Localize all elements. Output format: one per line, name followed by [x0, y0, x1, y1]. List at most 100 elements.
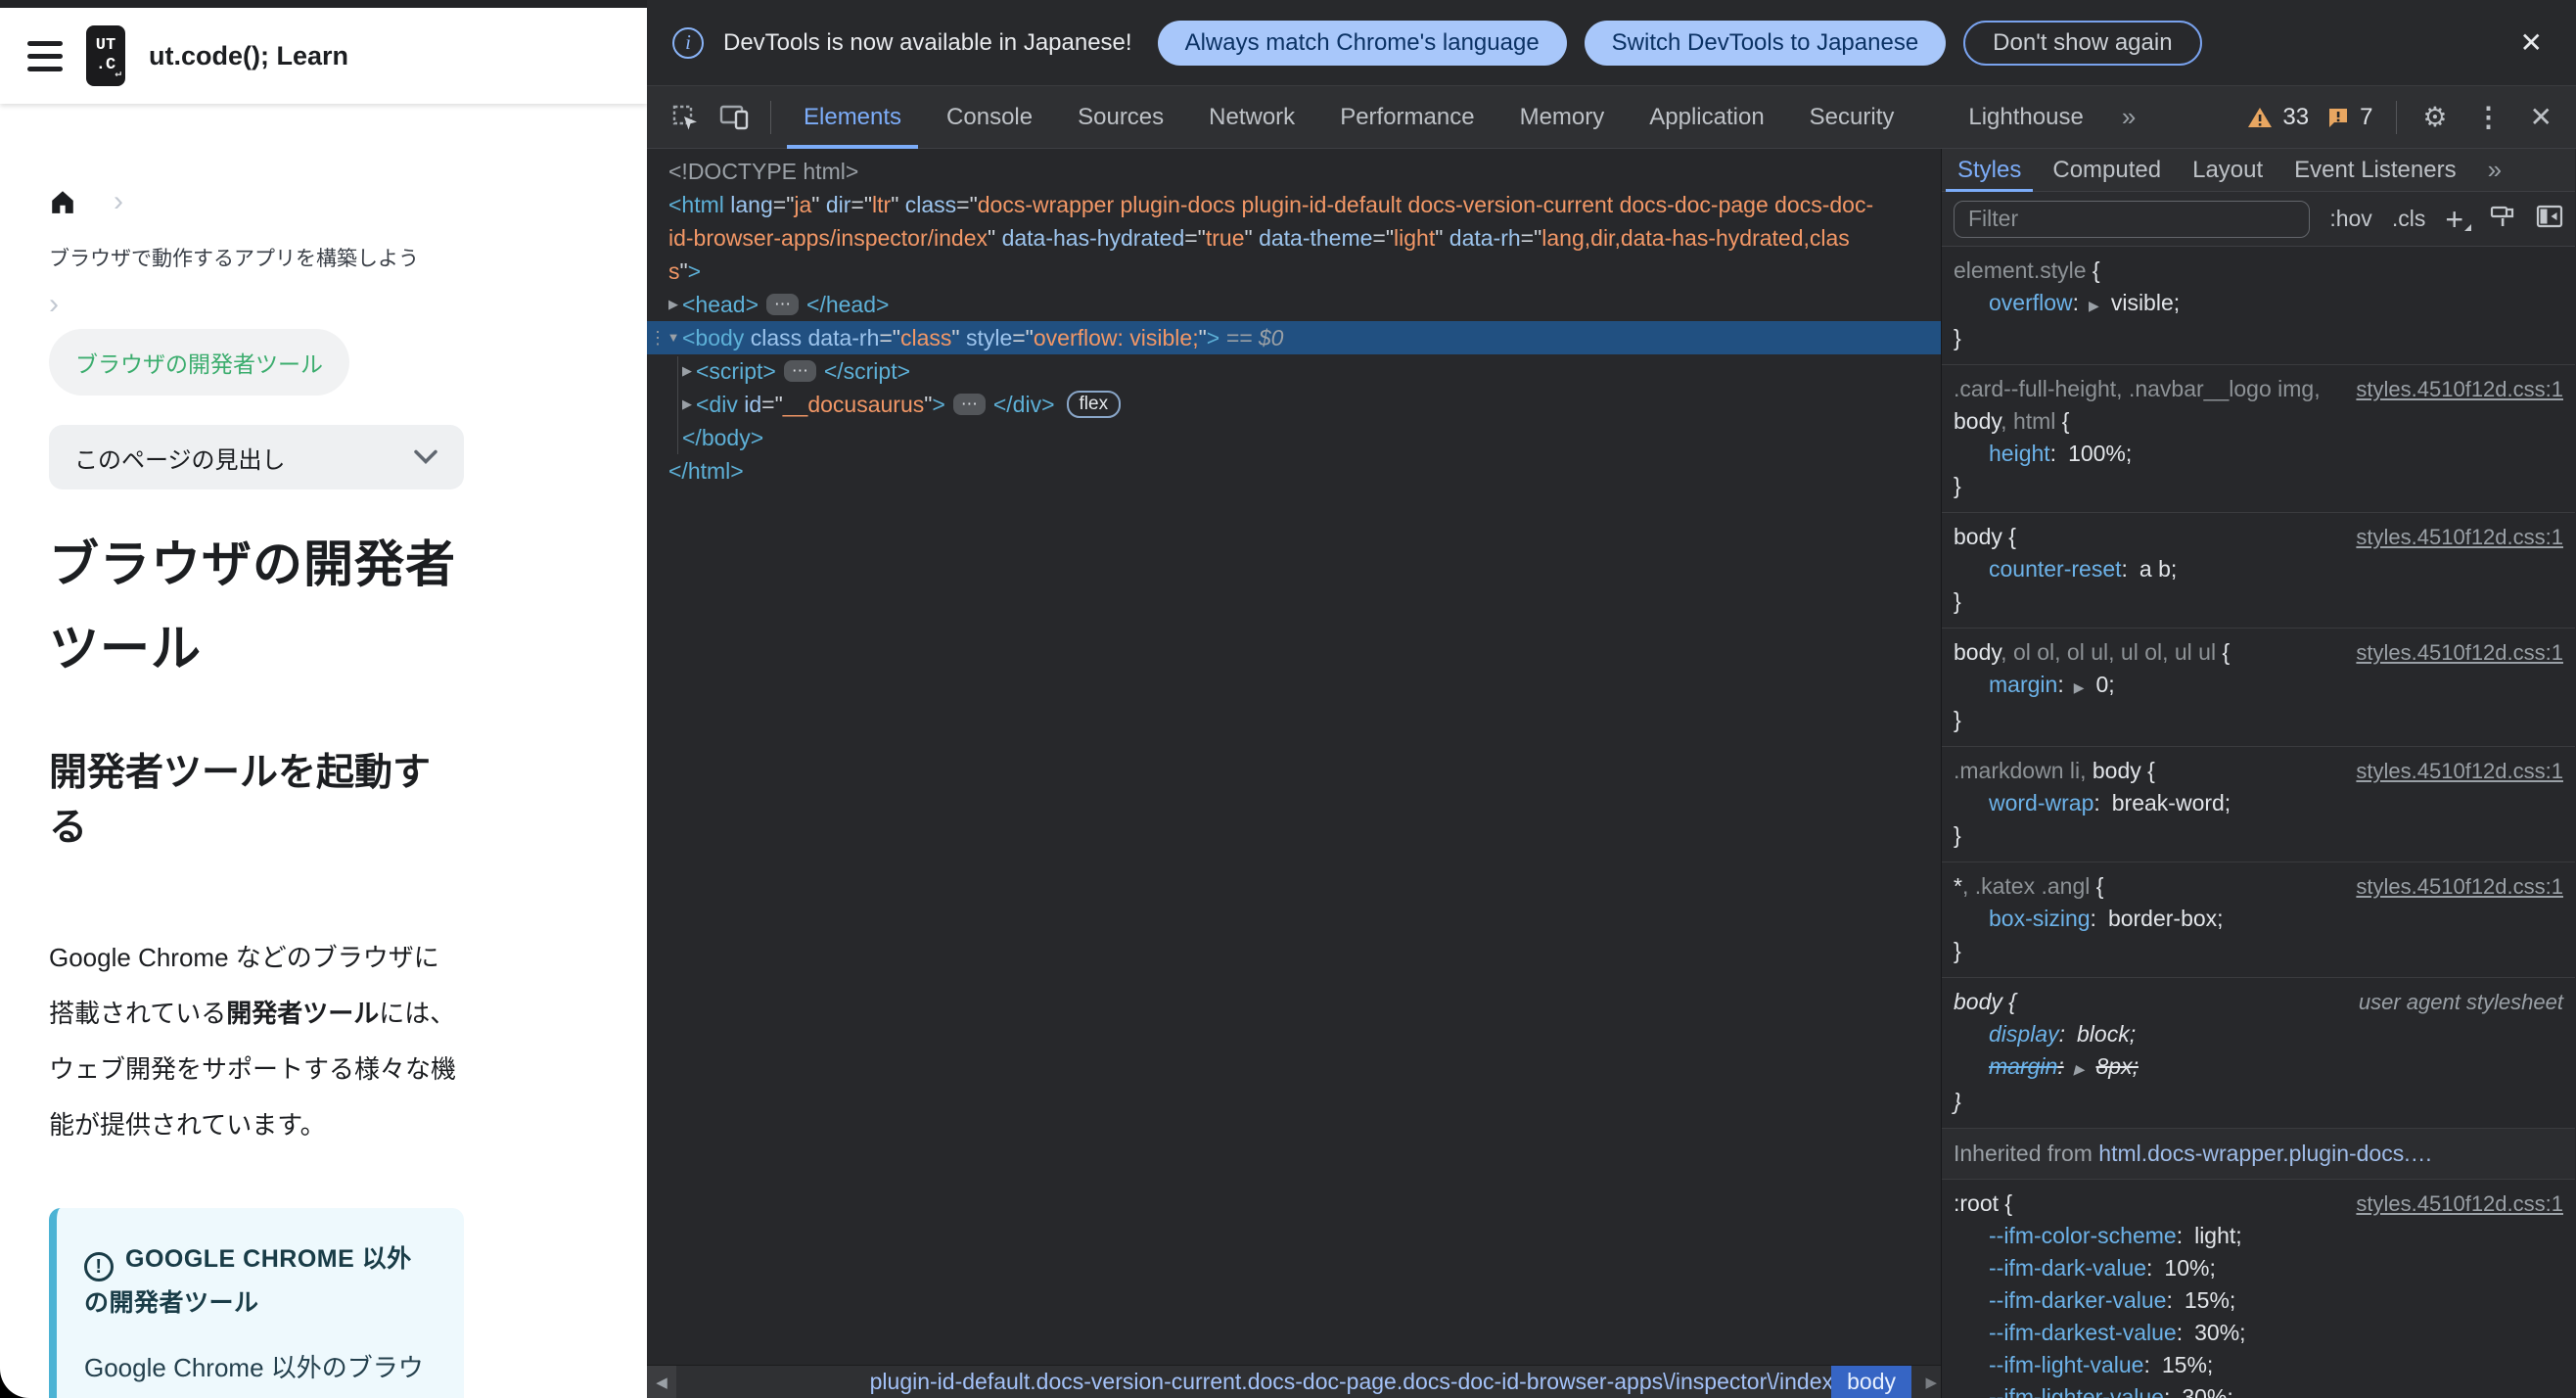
css-property[interactable]: margin: ▶ 8px; [1954, 1050, 2563, 1086]
css-rule[interactable]: user agent stylesheet body {display: block… [1942, 978, 2575, 1129]
dom-node[interactable]: s " > [647, 255, 1941, 288]
issue-count[interactable]: 7 [2360, 104, 2372, 131]
css-property[interactable]: height: 100%; [1954, 438, 2563, 470]
css-property[interactable]: word-wrap: break-word; [1954, 787, 2563, 819]
toc-collapsible[interactable]: このページの見出し [49, 425, 464, 489]
site-logo[interactable]: UT .C ↵ [86, 25, 125, 86]
stylesheet-source-link[interactable]: styles.4510f12d.css:1 [2356, 373, 2563, 405]
code-token: class [899, 325, 952, 350]
notification-button[interactable]: Always match Chrome's language [1157, 20, 1567, 66]
stylesheet-source-link[interactable]: styles.4510f12d.css:1 [2356, 755, 2563, 787]
dom-node[interactable]: ▶ <script> ⋯ </script> [647, 354, 1941, 388]
stylesheet-source-link[interactable]: styles.4510f12d.css:1 [2356, 1188, 2563, 1220]
css-property[interactable]: --ifm-darkest-value: 30%; [1954, 1317, 2563, 1349]
device-toolbar-icon[interactable] [710, 103, 760, 132]
expand-arrow-icon[interactable]: ▶ [665, 288, 682, 321]
inspect-element-icon[interactable] [661, 103, 710, 132]
css-rule[interactable]: styles.4510f12d.css:1 *, .katex .angl {bo… [1942, 862, 2575, 978]
rule-selector: * [1954, 873, 1962, 899]
dom-node[interactable]: id-browser-apps/inspector/index " data-ha… [647, 221, 1941, 255]
breadcrumb-current-badge[interactable]: ブラウザの開発者ツール [49, 329, 349, 396]
warning-count[interactable]: 33 [2282, 104, 2309, 131]
devtools-tab-console[interactable]: Console [924, 86, 1055, 149]
css-rule[interactable]: styles.4510f12d.css:1 .markdown li, body … [1942, 747, 2575, 862]
more-tabs-icon[interactable]: » [2106, 102, 2153, 132]
dom-breadcrumb-path[interactable]: plugin-id-default.docs-version-current.d… [870, 1366, 1833, 1398]
paint-roller-icon[interactable] [2489, 203, 2516, 236]
styles-tab-layout[interactable]: Layout [2177, 149, 2278, 192]
issues-icon[interactable] [2326, 106, 2350, 129]
expand-arrow-icon[interactable]: ▶ [678, 354, 696, 388]
new-style-rule-button[interactable]: + [2445, 204, 2471, 235]
css-property[interactable]: counter-reset: a b; [1954, 553, 2563, 585]
css-rule[interactable]: element.style {overflow: ▶ visible;} [1942, 247, 2575, 365]
dom-node[interactable]: <html lang =" ja " dir =" ltr " class =" docs-wr… [647, 188, 1941, 221]
devtools-tab-memory[interactable]: Memory [1497, 86, 1628, 149]
dom-breadcrumb-selected[interactable]: body [1831, 1366, 1911, 1398]
code-token: =" [851, 192, 873, 217]
css-property[interactable]: --ifm-light-value: 15%; [1954, 1349, 2563, 1381]
expand-arrow-icon[interactable]: ▶ [678, 388, 696, 421]
rule-selector: .markdown li, [1954, 758, 2093, 783]
expand-ellipsis-button[interactable]: ⋯ [783, 360, 816, 382]
expand-arrow-icon[interactable]: ▼ [665, 321, 682, 354]
dock-sidebar-icon[interactable] [2536, 204, 2563, 235]
expand-ellipsis-button[interactable]: ⋯ [952, 394, 986, 415]
dom-node[interactable]: ▶ <div id =" __docusaurus " > ⋯ </div> flex [647, 388, 1941, 421]
breadcrumb-section-link[interactable]: ブラウザで動作するアプリを構築しよう [49, 243, 464, 272]
css-rule[interactable]: styles.4510f12d.css:1 .card--full-height,… [1942, 365, 2575, 513]
toggle-pseudo-state-button[interactable]: :hov [2329, 206, 2371, 232]
devtools-tab-sources[interactable]: Sources [1055, 86, 1186, 149]
expand-value-arrow-icon[interactable]: ▶ [2089, 298, 2099, 313]
settings-gear-icon[interactable]: ⚙ [2411, 101, 2459, 133]
styles-tab-computed[interactable]: Computed [2037, 149, 2177, 192]
devtools-tab-lighthouse[interactable]: Lighthouse [1946, 86, 2105, 149]
stylesheet-source-link[interactable]: styles.4510f12d.css:1 [2356, 870, 2563, 903]
more-sidebar-tabs-icon[interactable]: » [2472, 155, 2519, 185]
dom-node[interactable]: </body> [647, 421, 1941, 454]
styles-tab-styles[interactable]: Styles [1942, 149, 2037, 192]
devtools-tab-security[interactable]: Security [1787, 86, 1917, 149]
warning-icon[interactable] [2247, 106, 2273, 129]
devtools-tab-elements[interactable]: Elements [781, 86, 924, 149]
css-rule[interactable]: styles.4510f12d.css:1 body {counter-reset… [1942, 513, 2575, 629]
stylesheet-source-link[interactable]: styles.4510f12d.css:1 [2356, 636, 2563, 669]
home-icon[interactable] [49, 188, 76, 215]
inherited-node-link[interactable]: html.docs-wrapper.plugin-docs.… [2098, 1141, 2432, 1166]
hamburger-menu-icon[interactable] [27, 40, 63, 71]
site-title[interactable]: ut.code(); Learn [149, 41, 348, 71]
dom-node[interactable]: ▶ <head> ⋯ </head> [647, 288, 1941, 321]
dom-node-selected[interactable]: ▼<body class data-rh="class" style="over… [647, 321, 1941, 354]
css-property[interactable]: --ifm-darker-value: 15%; [1954, 1284, 2563, 1317]
breadcrumb-forward-icon[interactable]: ▶ [1925, 1366, 1937, 1398]
css-property[interactable]: --ifm-lighter-value: 30%; [1954, 1381, 2563, 1398]
notification-close-icon[interactable]: ✕ [2512, 26, 2551, 59]
css-property[interactable]: display: block; [1954, 1018, 2563, 1050]
css-property[interactable]: --ifm-dark-value: 10%; [1954, 1252, 2563, 1284]
styles-filter-input[interactable] [1954, 200, 2311, 238]
code-token: data-rh [807, 325, 880, 350]
expand-value-arrow-icon[interactable]: ▶ [2074, 679, 2085, 695]
kebab-menu-icon[interactable]: ⋮ [2463, 101, 2514, 133]
css-property[interactable]: --ifm-color-scheme: light; [1954, 1220, 2563, 1252]
stylesheet-source-link[interactable]: styles.4510f12d.css:1 [2356, 521, 2563, 553]
css-rule[interactable]: styles.4510f12d.css:1:root {--ifm-color-… [1942, 1180, 2575, 1398]
devtools-tab-application[interactable]: Application [1627, 86, 1786, 149]
dom-node[interactable]: </html> [647, 454, 1941, 488]
devtools-tab-network[interactable]: Network [1186, 86, 1317, 149]
css-property[interactable]: overflow: ▶ visible; [1954, 287, 2563, 322]
breadcrumb-back-icon[interactable]: ◀ [647, 1366, 676, 1398]
toggle-element-classes-button[interactable]: .cls [2392, 206, 2426, 232]
dont-show-again-button[interactable]: Don't show again [1963, 20, 2202, 66]
dom-node[interactable]: <!DOCTYPE html> [647, 155, 1941, 188]
css-property[interactable]: box-sizing: border-box; [1954, 903, 2563, 935]
expand-value-arrow-icon[interactable]: ▶ [2074, 1061, 2085, 1077]
flex-badge[interactable]: flex [1066, 391, 1122, 418]
css-rule[interactable]: styles.4510f12d.css:1 body, ol ol, ol ul,… [1942, 629, 2575, 747]
devtools-tab-performance[interactable]: Performance [1317, 86, 1496, 149]
styles-tab-event-listeners[interactable]: Event Listeners [2278, 149, 2471, 192]
notification-button[interactable]: Switch DevTools to Japanese [1584, 20, 1947, 66]
devtools-close-icon[interactable]: ✕ [2518, 101, 2564, 133]
css-property[interactable]: margin: ▶ 0; [1954, 669, 2563, 704]
expand-ellipsis-button[interactable]: ⋯ [766, 294, 800, 315]
